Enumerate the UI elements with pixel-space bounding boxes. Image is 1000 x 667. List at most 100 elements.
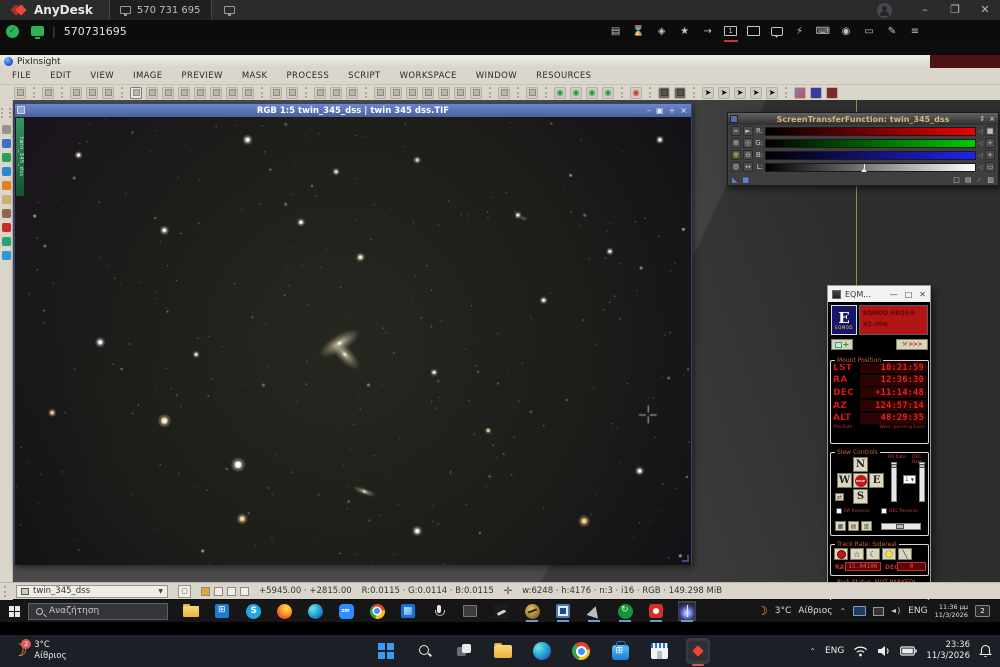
process-explorer-icon[interactable] — [2, 139, 11, 148]
monitor-tab-icon[interactable]: 1 — [724, 25, 738, 38]
stf-close-icon[interactable]: × — [989, 115, 995, 123]
slew-stop-button[interactable]: STOP — [853, 473, 868, 488]
microphone-icon[interactable] — [430, 601, 448, 621]
stf-lum-curve[interactable] — [765, 163, 976, 172]
green-tool-icon[interactable] — [2, 237, 11, 246]
track-dec-value[interactable]: 0 — [897, 562, 926, 571]
channel-toggle-orange[interactable] — [201, 587, 210, 596]
anydesk-session-tab[interactable]: 570 731 695 — [109, 0, 212, 20]
tile-windows-icon[interactable] — [406, 87, 418, 99]
stf-auto-icon[interactable]: ◉ — [554, 87, 566, 99]
anydesk-tray-icon[interactable] — [853, 606, 866, 616]
checkbox-icon[interactable] — [836, 508, 842, 514]
track-lunar-button[interactable]: ☾ — [866, 548, 880, 560]
start-icon[interactable] — [374, 638, 398, 664]
stf-enable-icon[interactable]: ◉ — [586, 87, 598, 99]
wifi-icon[interactable] — [853, 645, 868, 657]
link-zoom-icon[interactable] — [330, 87, 342, 99]
dec-reverse-checkbox[interactable]: DEC Reverse — [881, 508, 918, 514]
privacy-icon[interactable]: ◉ — [839, 25, 853, 38]
menu-file[interactable]: FILE — [12, 71, 31, 81]
search-icon[interactable] — [413, 638, 437, 664]
favorites-icon[interactable]: ★ — [678, 25, 692, 38]
eqmod-minimize-icon[interactable]: — — [890, 290, 898, 299]
image-shade-icon[interactable]: ▣ — [656, 104, 664, 117]
stf-green-curve[interactable] — [765, 139, 976, 148]
paste-new-icon[interactable] — [102, 87, 114, 99]
pad-config-button-3[interactable]: ▥ — [861, 521, 872, 531]
minimize-button[interactable]: – — [910, 0, 940, 20]
new-instance-icon[interactable]: ■ — [742, 176, 749, 184]
menu-image[interactable]: IMAGE — [133, 71, 162, 81]
dec-rate-slider[interactable] — [919, 462, 925, 502]
close-button[interactable]: ✕ — [970, 0, 1000, 20]
sharpcap-icon[interactable] — [523, 601, 541, 621]
new-session-icon[interactable] — [224, 6, 235, 14]
phd2-icon[interactable] — [585, 601, 603, 621]
browser-tool-icon[interactable] — [2, 251, 11, 260]
link-rgb-icon[interactable]: ∞ — [731, 126, 741, 136]
copy-icon[interactable] — [70, 87, 82, 99]
fullscreen-icon[interactable] — [526, 87, 538, 99]
image-minimize-icon[interactable]: – — [647, 104, 651, 117]
expand-windows-icon[interactable] — [438, 87, 450, 99]
weather-moon-icon[interactable]: ☽ — [757, 605, 768, 617]
goto-expand-button[interactable]: ⚒ >>> — [896, 339, 928, 350]
chrome-icon[interactable] — [368, 601, 386, 621]
view-mode-button[interactable]: ▢ — [178, 585, 191, 598]
local-weather-widget[interactable]: ☽2 3°C Αίθριος — [12, 640, 67, 661]
zoom-in-icon[interactable] — [146, 87, 158, 99]
store-icon[interactable] — [213, 601, 231, 621]
anydesk-icon[interactable] — [686, 638, 710, 664]
rate-fine-slider[interactable] — [881, 523, 921, 530]
midtone-marker[interactable] — [864, 164, 865, 171]
history-tool-icon[interactable] — [2, 209, 11, 218]
display-rgb-icon[interactable] — [794, 87, 806, 99]
resize-grip[interactable] — [682, 555, 689, 562]
track-stop-button[interactable] — [834, 548, 848, 560]
edit-mode-icon[interactable]: ► — [743, 126, 753, 136]
menu-resources[interactable]: RESOURCES — [536, 71, 591, 81]
local-language[interactable]: ENG — [825, 646, 844, 656]
display-plus-button[interactable]: + — [831, 339, 853, 350]
tray-expand-icon[interactable]: ⌃ — [840, 607, 847, 616]
zoom-in-icon[interactable]: ⊕ — [731, 138, 741, 148]
view-selector[interactable]: twin_345_dss ▼ — [16, 585, 168, 598]
orange-tool-icon[interactable] — [2, 181, 11, 190]
image-zoom-icon[interactable]: + — [669, 104, 676, 117]
expand-icon[interactable]: ◁ — [978, 140, 983, 147]
menu-window[interactable]: WINDOW — [476, 71, 517, 81]
dynamic-crop-icon[interactable] — [226, 87, 238, 99]
duplicate-image-icon[interactable] — [42, 87, 54, 99]
track-view-icon[interactable]: ◣ — [732, 176, 737, 184]
center-icon[interactable]: + — [985, 150, 995, 160]
expand-icon[interactable]: ◁ — [978, 152, 983, 159]
remote-language[interactable]: ENG — [908, 606, 927, 616]
track-solar-button[interactable] — [882, 548, 896, 560]
readout-left-icon[interactable]: ➤ — [734, 87, 746, 99]
session-overview-icon[interactable]: ▤ — [609, 25, 623, 38]
actions-icon[interactable]: ⚡ — [793, 25, 807, 38]
edit-preview-icon[interactable] — [286, 87, 298, 99]
new-monitor-icon[interactable] — [747, 25, 761, 38]
rate-preset-dropdown[interactable]: 1▼ — [903, 475, 916, 484]
menu-view[interactable]: VIEW — [90, 71, 114, 81]
link-pan-icon[interactable] — [346, 87, 358, 99]
palette-tool-icon[interactable] — [2, 195, 11, 204]
edge-icon[interactable] — [530, 638, 554, 664]
doc-icon[interactable]: ▤ — [965, 176, 972, 184]
swap-buttons-icon[interactable]: ⇄ — [835, 493, 844, 501]
channel-toggle[interactable] — [227, 587, 236, 596]
slew-north-button[interactable]: N — [853, 457, 868, 472]
display-alpha-icon[interactable] — [810, 87, 822, 99]
cascade-windows-icon[interactable] — [422, 87, 434, 99]
remote-app-icon[interactable] — [461, 601, 479, 621]
menu-mask[interactable]: MASK — [242, 71, 268, 81]
remote-weather-temp[interactable]: 3°C — [775, 606, 792, 616]
new-image-icon[interactable] — [14, 87, 26, 99]
chat-icon[interactable] — [770, 25, 784, 38]
move-icon[interactable]: + — [985, 138, 995, 148]
file-explorer-icon[interactable] — [491, 638, 515, 664]
color-management-icon[interactable]: ◉ — [630, 87, 642, 99]
record-app-icon[interactable] — [647, 601, 665, 621]
